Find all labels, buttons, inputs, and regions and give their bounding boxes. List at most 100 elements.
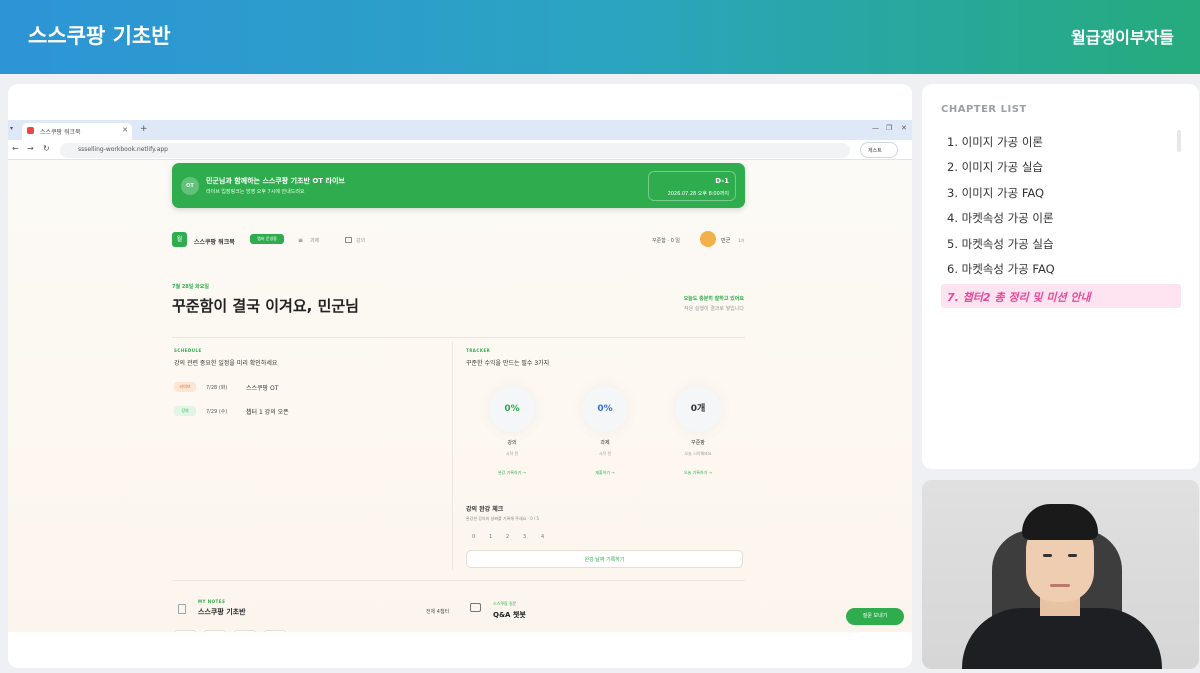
schedule-title: 강의 관련 중요한 일정을 미리 확인하세요 bbox=[174, 360, 278, 367]
check-number[interactable]: 4 bbox=[541, 534, 544, 540]
encouragement-line1: 오늘도 충분히 잘하고 있어요 bbox=[683, 296, 744, 302]
presenter-eye bbox=[1043, 554, 1052, 557]
back-icon[interactable]: ← bbox=[12, 144, 19, 153]
tracker-title: 꾸준한 수익을 만드는 필수 3가지 bbox=[466, 360, 550, 367]
maximize-icon[interactable]: ❐ bbox=[886, 124, 892, 132]
webpage: OT 민군님과 함께하는 스스쿠팡 기초반 OT 라이브 라이브 입장링크는 방… bbox=[8, 160, 912, 636]
assignment-progress-circle[interactable]: 0% bbox=[582, 386, 628, 432]
window-close-icon[interactable]: ✕ bbox=[901, 124, 907, 132]
presenter-eye bbox=[1068, 554, 1077, 557]
site-name[interactable]: 스스쿠팡 워크북 bbox=[194, 237, 235, 246]
column-divider bbox=[452, 342, 453, 570]
send-question-button[interactable]: 질문 보내기 bbox=[846, 608, 904, 625]
chapter-item[interactable]: 1. 이미지 가공 이론 bbox=[947, 134, 1043, 150]
tracker-label-streak: 꾸준팡 bbox=[691, 440, 705, 446]
greeting-headline: 꾸준함이 결국 이겨요, 민군님 bbox=[172, 297, 359, 315]
user-grade: 1기 bbox=[738, 238, 745, 243]
tab-list-dropdown-icon[interactable]: ▾ bbox=[10, 125, 13, 132]
address-bar: ← → ↻ ssselling-workbook.netlify.app 게스트 bbox=[8, 140, 912, 160]
chapter-scrollbar[interactable] bbox=[1177, 130, 1181, 152]
screen-bottom-area bbox=[8, 632, 912, 668]
lecture-progress-circle[interactable]: 0% bbox=[489, 386, 535, 432]
chat-icon bbox=[470, 603, 481, 612]
book-icon bbox=[345, 237, 352, 243]
schedule-tag-live: 라이브 bbox=[174, 382, 196, 392]
member-badge: 멤버 운영중 bbox=[250, 234, 284, 244]
url-text: ssselling-workbook.netlify.app bbox=[78, 146, 168, 153]
site-logo[interactable]: 월 bbox=[172, 232, 187, 247]
record-today-link[interactable]: 오늘 기록하기 → bbox=[663, 470, 733, 476]
encouragement-line2: 작은 실행이 결과로 쌓입니다 bbox=[684, 306, 744, 312]
dday-box: D-1 2026.07.28 오후 8:00까지 bbox=[648, 171, 736, 201]
chapter-item[interactable]: 4. 마켓속성 가공 이론 bbox=[947, 210, 1054, 226]
tab-favicon-icon bbox=[27, 127, 34, 134]
ot-banner-subtitle: 라이브 입장링크는 방영 오후 7시에 안내드려요 bbox=[206, 189, 305, 195]
note-icon bbox=[178, 604, 186, 614]
lecture-check-subtitle: 완강한 강의의 날짜를 기록해 주세요 · 0 / 5 bbox=[466, 516, 540, 521]
ot-live-banner[interactable]: OT 민군님과 함께하는 스스쿠팡 기초반 OT 라이브 라이브 입장링크는 방… bbox=[172, 163, 745, 208]
notes-count: 전체 4챕터 bbox=[426, 609, 450, 615]
check-number[interactable]: 1 bbox=[489, 534, 492, 540]
browser-tab[interactable]: 스스쿠팡 워크북 ✕ bbox=[22, 123, 132, 140]
schedule-tag-lecture: 강의 bbox=[174, 406, 196, 416]
chapter-item[interactable]: 2. 이미지 가공 실습 bbox=[947, 159, 1043, 175]
home-icon[interactable]: ≡ bbox=[298, 237, 303, 244]
presenter-video bbox=[922, 480, 1199, 669]
notes-title[interactable]: 스스쿠팡 기초반 bbox=[198, 607, 246, 617]
forward-icon[interactable]: → bbox=[27, 144, 34, 153]
check-number[interactable]: 0 bbox=[472, 534, 475, 540]
today-date: 7월 28일 화요일 bbox=[172, 284, 209, 290]
user-name[interactable]: 민군 bbox=[721, 237, 730, 244]
course-title: 스스쿠팡 기초반 bbox=[28, 24, 171, 48]
tracker-label-lecture: 강의 bbox=[507, 440, 517, 446]
record-lecture-link[interactable]: 완강 기록하기 → bbox=[477, 470, 547, 476]
nav-lecture[interactable]: 강의 bbox=[356, 237, 365, 244]
qa-chatbot-title[interactable]: Q&A 챗봇 bbox=[493, 610, 526, 620]
schedule-item-title[interactable]: 챕터 1 강의 오픈 bbox=[246, 407, 289, 416]
top-banner: 스스쿠팡 기초반 월급쟁이부자들 bbox=[0, 0, 1200, 74]
schedule-date: 7/29 (수) bbox=[206, 409, 228, 415]
tracker-label: TRACKER bbox=[466, 348, 491, 353]
chapter-list-header: CHAPTER LIST bbox=[941, 104, 1027, 115]
chapter-item[interactable]: 3. 이미지 가공 FAQ bbox=[947, 185, 1044, 201]
tab-close-icon[interactable]: ✕ bbox=[122, 126, 128, 134]
check-number[interactable]: 2 bbox=[506, 534, 509, 540]
profile-button[interactable]: 게스트 bbox=[860, 142, 898, 158]
schedule-label: SCHEDULE bbox=[174, 348, 202, 353]
notes-label: MY NOTES bbox=[198, 599, 226, 604]
shared-screen: ▾ 스스쿠팡 워크북 ✕ + — ❐ ✕ ← → ↻ ssselling-wor… bbox=[8, 84, 912, 668]
tracker-sub: 시작 전 bbox=[598, 451, 612, 456]
chapter-item[interactable]: 5. 마켓속성 가공 실습 bbox=[947, 236, 1054, 252]
presenter-hair bbox=[1022, 504, 1098, 540]
minimize-icon[interactable]: — bbox=[872, 124, 879, 132]
chapter-list-panel: CHAPTER LIST 1. 이미지 가공 이론 2. 이미지 가공 실습 3… bbox=[922, 84, 1199, 469]
reload-icon[interactable]: ↻ bbox=[43, 144, 50, 153]
check-number[interactable]: 3 bbox=[523, 534, 526, 540]
tracker-sub: 오늘 시작해봐요 bbox=[684, 451, 712, 456]
browser-tab-bar: ▾ 스스쿠팡 워크북 ✕ + — ❐ ✕ bbox=[8, 120, 912, 140]
chapter-item-active[interactable]: 7. 챕터2 총 정리 및 미션 안내 bbox=[941, 284, 1181, 308]
presenter-mouth bbox=[1050, 584, 1070, 587]
brand-name: 월급쟁이부자들 bbox=[1070, 28, 1174, 47]
chapter-item[interactable]: 6. 마켓속성 가공 FAQ bbox=[947, 261, 1055, 277]
submit-assignment-link[interactable]: 제출하기 → bbox=[570, 470, 640, 476]
divider bbox=[172, 580, 745, 581]
schedule-item-title[interactable]: 스스쿠팡 OT bbox=[246, 383, 278, 392]
avatar[interactable] bbox=[700, 231, 716, 247]
qa-label: 스스쿠팡 질문 bbox=[493, 601, 517, 606]
record-completion-button[interactable]: 완강 날짜 기록하기 bbox=[466, 550, 743, 568]
tracker-sub: 시작 전 bbox=[505, 451, 519, 456]
streak-count-circle[interactable]: 0개 bbox=[675, 386, 721, 432]
ot-banner-title: 민군님과 함께하는 스스쿠팡 기초반 OT 라이브 bbox=[206, 177, 345, 185]
tracker-label-assignment: 과제 bbox=[600, 440, 610, 446]
nav-assignment[interactable]: 과제 bbox=[310, 237, 319, 244]
dday-datetime: 2026.07.28 오후 8:00까지 bbox=[667, 191, 729, 197]
new-tab-icon[interactable]: + bbox=[140, 124, 148, 134]
ot-badge: OT bbox=[181, 177, 199, 195]
dday-label: D-1 bbox=[715, 177, 729, 185]
streak-counter: 꾸준함 · 0 일 bbox=[652, 238, 680, 244]
url-field[interactable]: ssselling-workbook.netlify.app bbox=[60, 143, 850, 158]
lecture-check-title: 강의 완강 체크 bbox=[466, 506, 504, 513]
site-header: 월 스스쿠팡 워크북 멤버 운영중 ≡ 과제 강의 꾸준함 · 0 일 민군 1… bbox=[172, 230, 745, 250]
presenter-shirt bbox=[962, 608, 1162, 669]
